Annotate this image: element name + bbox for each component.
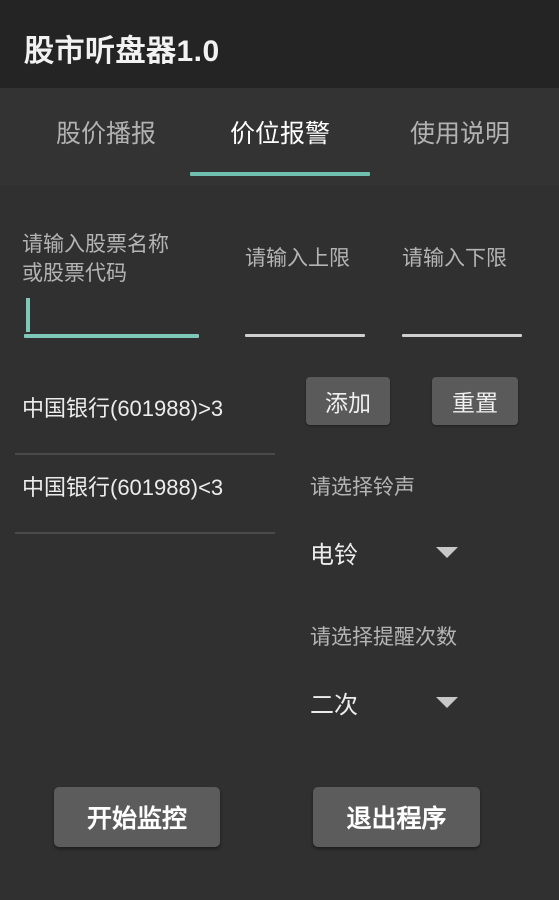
- alert-list-item[interactable]: 中国银行(601988)<3: [15, 455, 275, 534]
- alert-list-item-label: 中国银行(601988)>3: [22, 396, 224, 421]
- chevron-down-icon: [436, 697, 458, 708]
- app-title: 股市听盘器1.0: [24, 35, 220, 68]
- repeat-count-select-label: 请选择提醒次数: [310, 626, 457, 649]
- lower-limit-input[interactable]: [402, 298, 522, 332]
- text-caret: [26, 298, 30, 332]
- exit-program-button[interactable]: 退出程序: [313, 787, 480, 847]
- stock-input[interactable]: [24, 298, 199, 332]
- content-area: 请输入股票名称 或股票代码 请输入上限 请输入下限 中国银行(601988)>3…: [0, 186, 559, 900]
- reset-button[interactable]: 重置: [432, 377, 518, 425]
- stock-field-label: 请输入股票名称 或股票代码: [22, 233, 169, 285]
- ringtone-select[interactable]: 电铃: [308, 531, 480, 573]
- repeat-count-select-value: 二次: [310, 692, 358, 719]
- tab-instructions[interactable]: 使用说明: [376, 114, 544, 154]
- lower-limit-input-underline: [402, 334, 522, 337]
- alert-list: 中国银行(601988)>3 中国银行(601988)<3: [0, 376, 290, 534]
- start-monitor-button[interactable]: 开始监控: [54, 787, 220, 847]
- add-button[interactable]: 添加: [306, 377, 390, 425]
- alert-list-item-label: 中国银行(601988)<3: [22, 475, 224, 500]
- upper-limit-input-underline: [245, 334, 365, 337]
- upper-limit-field-label: 请输入上限: [245, 247, 350, 270]
- tab-bar: 股价播报 价位报警 使用说明: [0, 88, 559, 186]
- app-root: 股市听盘器1.0 股价播报 价位报警 使用说明 请输入股票名称 或股票代码 请输…: [0, 0, 559, 900]
- upper-limit-input[interactable]: [245, 298, 365, 332]
- tab-stock-quote[interactable]: 股价播报: [22, 114, 190, 154]
- alert-list-item[interactable]: 中国银行(601988)>3: [15, 376, 275, 455]
- tab-price-alert[interactable]: 价位报警: [196, 114, 364, 154]
- title-bar: 股市听盘器1.0: [0, 0, 559, 88]
- chevron-down-icon: [436, 547, 458, 558]
- ringtone-select-label: 请选择铃声: [310, 476, 415, 499]
- active-tab-indicator: [190, 172, 370, 176]
- repeat-count-select[interactable]: 二次: [308, 681, 480, 723]
- stock-input-underline: [24, 334, 199, 338]
- lower-limit-field-label: 请输入下限: [402, 247, 507, 270]
- ringtone-select-value: 电铃: [310, 542, 358, 569]
